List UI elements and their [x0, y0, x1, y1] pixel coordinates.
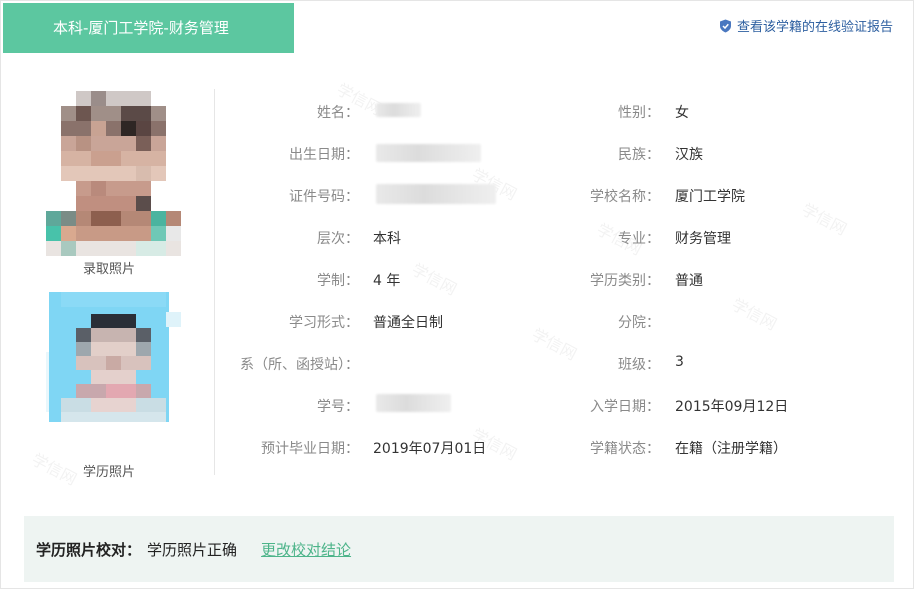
vertical-divider: [214, 89, 215, 475]
photo-check-bar: 学历照片校对： 学历照片正确 更改校对结论: [24, 516, 894, 582]
record-tab-title[interactable]: 本科-厦门工学院-财务管理: [3, 3, 294, 53]
ethnicity-value: 汉族: [675, 147, 703, 163]
level-label: 层次：: [317, 231, 359, 247]
online-verify-report-link[interactable]: 查看该学籍的在线验证报告: [719, 16, 893, 35]
online-verify-report-label: 查看该学籍的在线验证报告: [736, 20, 893, 35]
name-value-redacted: [376, 103, 421, 117]
photo-check-label: 学历照片校对：: [36, 540, 142, 559]
school-name-value: 厦门工学院: [675, 189, 745, 205]
watermark: 学信网: [528, 324, 580, 364]
ethnicity-label: 民族：: [618, 147, 660, 163]
diploma-photo-caption: 学历照片: [82, 465, 135, 480]
study-form-value: 普通全日制: [373, 315, 443, 331]
watermark: 学信网: [728, 294, 780, 334]
id-number-value-redacted: [376, 184, 496, 204]
id-number-label: 证件号码：: [289, 189, 359, 205]
major-label: 专业：: [618, 231, 660, 247]
watermark: 学信网: [408, 259, 460, 299]
education-type-value: 普通: [675, 273, 703, 289]
duration-label: 学制：: [317, 273, 359, 289]
enrollment-date-value: 2015年09月12日: [675, 399, 789, 415]
department-label: 系（所、函授站）：: [240, 357, 359, 373]
major-value: 财务管理: [675, 231, 731, 247]
change-check-conclusion-link[interactable]: 更改校对结论: [261, 539, 351, 560]
gender-value: 女: [675, 105, 689, 121]
birth-date-label: 出生日期：: [289, 147, 359, 163]
class-value: 3: [675, 354, 684, 370]
shield-check-icon: [719, 19, 731, 32]
diploma-photo: [46, 292, 181, 457]
student-status-card: 学信网 学信网 学信网 学信网 学信网 学信网 学信网 学信网 学信网 学信网 …: [0, 0, 914, 589]
student-number-label: 学号：: [317, 399, 359, 415]
expected-graduation-value: 2019年07月01日: [373, 441, 487, 457]
enrollment-date-label: 入学日期：: [590, 399, 660, 415]
level-value: 本科: [373, 231, 401, 247]
duration-value: 4 年: [373, 273, 401, 289]
education-type-label: 学历类别：: [590, 273, 660, 289]
branch-label: 分院：: [618, 315, 660, 331]
birth-date-value-redacted: [376, 144, 481, 162]
study-form-label: 学习形式：: [289, 315, 359, 331]
class-label: 班级：: [618, 357, 660, 373]
expected-graduation-label: 预计毕业日期：: [261, 441, 359, 457]
admission-photo: [46, 91, 181, 256]
name-label: 姓名：: [317, 105, 359, 121]
photo-check-result: 学历照片正确: [147, 540, 238, 559]
status-label: 学籍状态：: [590, 441, 660, 457]
school-name-label: 学校名称：: [590, 189, 660, 205]
student-number-value-redacted: [376, 394, 451, 412]
status-value: 在籍（注册学籍）: [675, 441, 787, 457]
admission-photo-caption: 录取照片: [82, 262, 135, 277]
gender-label: 性别：: [618, 105, 660, 121]
watermark: 学信网: [798, 199, 850, 239]
